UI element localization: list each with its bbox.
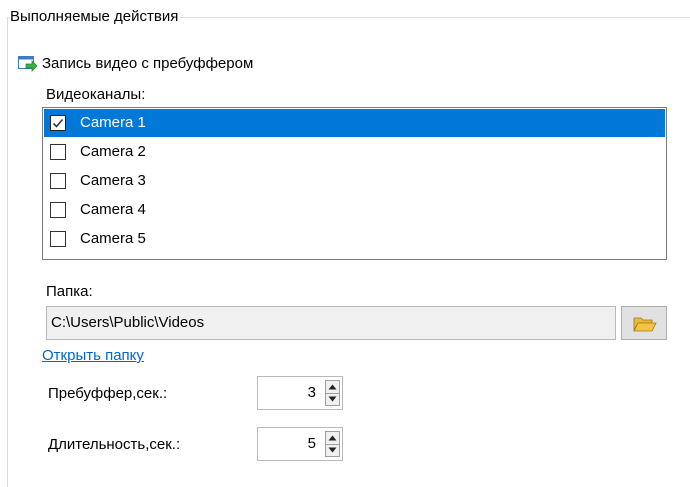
folder-open-icon [633,317,657,332]
duration-value[interactable]: 5 [308,435,316,453]
browse-folder-button[interactable] [621,306,667,340]
channel-item-camera-5[interactable]: Camera 5 [44,225,665,253]
channel-label: Camera 2 [80,143,146,160]
action-label: Запись видео с пребуффером [42,55,254,72]
channel-label: Camera 4 [80,201,146,218]
open-folder-link[interactable]: Открыть папку [42,347,144,365]
duration-spinner[interactable]: 5 [257,427,343,461]
spin-down-icon[interactable] [326,393,339,405]
spin-down-icon[interactable] [326,444,339,456]
record-action-icon [18,55,38,73]
channel-checkbox[interactable] [50,173,66,189]
channel-listbox[interactable]: Camera 1 Camera 2 Camera 3 Camera 4 Came… [42,107,667,260]
prebuffer-value[interactable]: 3 [308,384,316,402]
channel-checkbox[interactable] [50,202,66,218]
duration-label: Длительность,сек.: [48,436,181,453]
prebuffer-spinner[interactable]: 3 [257,376,343,410]
folder-path-field[interactable]: C:\Users\Public\Videos [46,306,616,340]
channel-item-camera-2[interactable]: Camera 2 [44,138,665,166]
channel-checkbox[interactable] [50,115,66,131]
channels-label: Видеоканалы: [46,86,146,103]
prebuffer-label: Пребуффер,сек.: [48,385,168,402]
channel-label: Camera 1 [80,114,146,131]
folder-label: Папка: [46,283,93,300]
group-title: Выполняемые действия [10,8,181,26]
duration-spin-buttons[interactable] [325,431,340,457]
channel-checkbox[interactable] [50,144,66,160]
channel-item-camera-3[interactable]: Camera 3 [44,167,665,195]
channel-item-camera-4[interactable]: Camera 4 [44,196,665,224]
channel-item-camera-1[interactable]: Camera 1 [44,109,665,137]
prebuffer-spin-buttons[interactable] [325,380,340,406]
channel-label: Camera 3 [80,172,146,189]
channel-label: Camera 5 [80,230,146,247]
channel-checkbox[interactable] [50,231,66,247]
